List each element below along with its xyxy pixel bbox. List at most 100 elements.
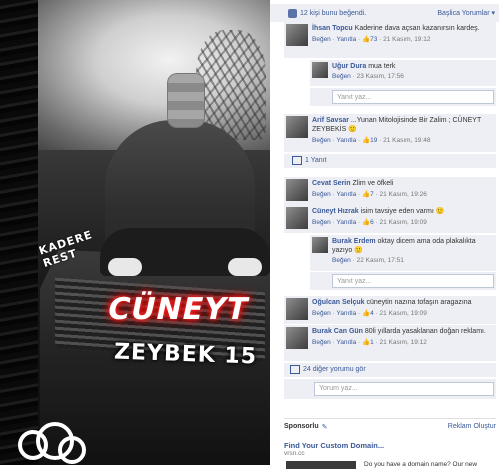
photo-shoe-left [108, 258, 142, 276]
comment-date[interactable]: 21 Kasım, 19:12 [383, 36, 430, 43]
reply-link[interactable]: Yanıtla [336, 36, 356, 43]
like-link[interactable]: Beğen [312, 339, 331, 346]
ad-image[interactable] [286, 461, 356, 469]
comment-text: 80li yıllarda yasaklanan doğan reklamı. [364, 328, 486, 335]
comment-author[interactable]: Oğulcan Selçuk [312, 299, 365, 306]
comments-panel: 12 kişi bunu beğendi. Başlica Yorumlar ▾… [270, 0, 499, 469]
comment-meta: Beğen · Yanıtla · 👍7 · 21 Kasım, 19:26 [312, 191, 427, 198]
comment-date[interactable]: 21 Kasım, 19:09 [380, 219, 427, 226]
comment-date[interactable]: 22 Kasım, 17:51 [357, 257, 404, 264]
comment-text: Zlim ve öfkeli [352, 180, 394, 187]
create-ad-link[interactable]: Reklam Oluştur [448, 423, 496, 431]
like-link[interactable]: Beğen [312, 191, 331, 198]
thumbs-up-icon [288, 8, 297, 18]
top-comments-dropdown[interactable]: Başlica Yorumlar ▾ [437, 9, 495, 17]
thumbs-up-icon: 👍 [362, 310, 371, 317]
comment-text: Kaderine dava açsan kazanırsın kardeş. [354, 25, 480, 32]
comment-date[interactable]: 23 Kasım, 17:56 [357, 73, 404, 80]
thumbs-up-icon: 👍 [362, 339, 371, 346]
comment-author[interactable]: Uğur Dura [332, 63, 366, 70]
like-link[interactable]: Beğen [332, 73, 351, 80]
like-count[interactable]: 6 [370, 219, 374, 226]
comment-item: Cevat Serin Zlim ve öfkeli Beğen · Yanıt… [284, 177, 496, 205]
reply-link[interactable]: Yanıtla [336, 339, 356, 346]
view-more-comments-link[interactable]: 24 diğer yorumu gör [284, 363, 496, 377]
comment-input-row: Yorum yaz... [284, 379, 496, 399]
pencil-icon[interactable]: ✎ [322, 423, 328, 431]
avatar[interactable] [286, 327, 308, 349]
like-link[interactable]: Beğen [312, 137, 331, 144]
like-summary-bar: 12 kişi bunu beğendi. Başlica Yorumlar ▾ [270, 4, 499, 22]
like-link[interactable]: Beğen [312, 310, 331, 317]
like-count[interactable]: 1 [370, 339, 374, 346]
comment-item: Cüneyt Hızrak isim tavsiye eden varmı 🙂 … [284, 205, 496, 233]
reply-input-row: Yanıt yaz... [310, 272, 496, 290]
thumbs-up-icon: 👍 [362, 36, 371, 43]
comment-meta: Beğen · 22 Kasım, 17:51 [332, 257, 404, 264]
comment-author[interactable]: Cüneyt Hızrak [312, 208, 359, 215]
comment-author[interactable]: Burak Erdem [332, 238, 376, 245]
avatar[interactable] [286, 179, 308, 201]
comment-item: Arif Savsar ...Yunan Mitolojisinde Bir Z… [284, 114, 496, 152]
smiley-icon: 🙂 [435, 208, 445, 215]
avatar[interactable] [286, 207, 308, 229]
reply-link[interactable]: Yanıtla [336, 219, 356, 226]
sponsored-label: Sponsorlu [284, 423, 319, 430]
reply-link[interactable]: Yanıtla [336, 191, 356, 198]
reply-input[interactable]: Yanıt yaz... [332, 90, 494, 104]
comment-item: İhsan Topcu Kaderine dava açsan kazanırs… [284, 22, 496, 58]
like-link[interactable]: Beğen [312, 219, 331, 226]
photo-name-plate: ZEYBEK 15 [113, 339, 258, 370]
comment-meta: Beğen · Yanıtla · 👍4 · 21 Kasım, 19:09 [312, 310, 427, 317]
comment-author[interactable]: Cevat Serin [312, 180, 351, 187]
avatar[interactable] [312, 62, 328, 78]
photo-blurred-face [167, 73, 205, 128]
comment-meta: Beğen · Yanıtla · 👍6 · 21 Kasım, 19:09 [312, 219, 427, 226]
comment-date[interactable]: 21 Kasım, 19:09 [380, 310, 427, 317]
comment-date[interactable]: 21 Kasım, 19:48 [383, 137, 430, 144]
like-link[interactable]: Beğen [312, 36, 331, 43]
reply-icon [292, 155, 302, 165]
like-count[interactable]: 73 [370, 36, 377, 43]
thumbs-up-icon: 👍 [362, 219, 371, 226]
reply-item: Burak Erdem oktay dicem ama oda plakalık… [310, 235, 496, 271]
view-more-comments-label[interactable]: 24 diğer yorumu gör [303, 366, 366, 373]
comment-text: cüneytin nazına tofaşın aragazına [366, 299, 472, 306]
avatar[interactable] [286, 298, 308, 320]
comment-item: Burak Can Gün 80li yıllarda yasaklanan d… [284, 325, 496, 361]
comment-meta: Beğen · Yanıtla · 👍19 · 21 Kasım, 19:48 [312, 137, 431, 144]
ad-title-link[interactable]: Find Your Custom Domain... [284, 441, 496, 450]
avatar[interactable] [286, 116, 308, 138]
thumbs-up-icon: 👍 [362, 137, 371, 144]
avatar[interactable] [286, 24, 308, 46]
like-count[interactable]: 7 [370, 191, 374, 198]
avatar[interactable] [312, 237, 328, 253]
reply-link[interactable]: Yanıtla [336, 310, 356, 317]
comment-date[interactable]: 21 Kasım, 19:26 [380, 191, 427, 198]
comments-icon [290, 364, 300, 374]
comment-item: Oğulcan Selçuk cüneytin nazına tofaşın a… [284, 296, 496, 324]
reply-item: Uğur Dura mua terk Beğen · 23 Kasım, 17:… [310, 60, 496, 86]
photo-frame-border [0, 0, 38, 465]
view-replies-link[interactable]: 1 Yanıt [284, 154, 496, 168]
comment-author[interactable]: Arif Savsar [312, 117, 349, 124]
ad-url: vrsn.cc [284, 450, 305, 457]
comment-meta: Beğen · Yanıtla · 👍73 · 21 Kasım, 19:12 [312, 36, 431, 43]
post-photo[interactable]: KADERE REST CÜNEYT ZEYBEK 15 [0, 0, 270, 465]
reply-input-row: Yanıt yaz... [310, 88, 496, 106]
view-replies-label[interactable]: 1 Yanıt [305, 157, 327, 164]
smiley-icon: 🙂 [354, 247, 363, 254]
likes-count-link[interactable]: 12 kişi bunu beğendi. [300, 10, 366, 17]
reply-input[interactable]: Yanıt yaz... [332, 274, 494, 288]
photo-decor-circles [18, 420, 88, 465]
comment-author[interactable]: İhsan Topcu [312, 25, 353, 32]
reply-link[interactable]: Yanıtla [336, 137, 356, 144]
like-count[interactable]: 19 [370, 137, 377, 144]
like-count[interactable]: 4 [370, 310, 374, 317]
comment-date[interactable]: 21 Kasım, 19:12 [380, 339, 427, 346]
comment-author[interactable]: Burak Can Gün [312, 328, 363, 335]
comment-input[interactable]: Yorum yaz... [314, 382, 494, 396]
photo-name-neon: CÜNEYT [104, 292, 252, 327]
like-link[interactable]: Beğen [332, 257, 351, 264]
comment-text: mua terk [368, 63, 396, 70]
